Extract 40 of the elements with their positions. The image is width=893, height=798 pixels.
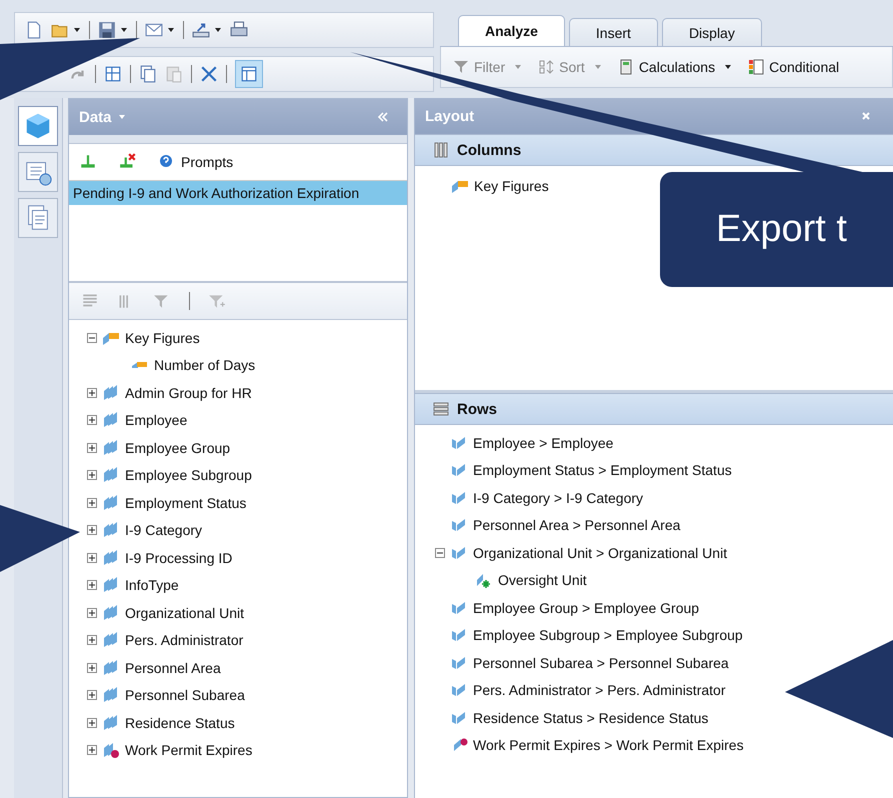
tree-item[interactable]: InfoType <box>125 577 179 594</box>
tree-item[interactable]: Residence Status <box>125 714 235 731</box>
tab[interactable]: Display <box>662 18 762 46</box>
tree-item[interactable]: I-9 Processing ID <box>125 550 232 566</box>
layout-item[interactable]: Organizational Unit > Organizational Unit <box>473 544 728 561</box>
tree-item[interactable]: Employee <box>125 412 188 428</box>
tree-item[interactable]: Personnel Area <box>125 660 221 676</box>
tree-item[interactable]: Personnel Subarea <box>125 687 245 704</box>
prompts-button[interactable]: Prompts <box>159 154 234 170</box>
tree-item[interactable]: Number of Days <box>154 357 256 374</box>
layout-item[interactable]: Personnel Area > Personnel Area <box>473 517 680 534</box>
tree-item[interactable]: I-9 Category <box>125 522 202 538</box>
tree-item[interactable]: Key Figures <box>125 330 200 346</box>
tree-item[interactable]: Employment Status <box>125 494 246 511</box>
layout-item[interactable]: Employee Group > Employee Group <box>473 600 700 616</box>
layout-item[interactable]: Employee Subgroup > Employee Subgroup <box>473 627 743 644</box>
query-item[interactable]: Pending I-9 and Work Authorization Expiration <box>69 181 407 205</box>
layout-item[interactable]: Oversight Unit <box>498 572 587 588</box>
callout-text: Export t <box>716 208 847 251</box>
ribbon-button[interactable]: Conditional <box>748 59 840 75</box>
tree-item[interactable]: Pers. Administrator <box>125 632 244 648</box>
tree-item[interactable]: Employee Group <box>125 440 230 456</box>
tree-item[interactable]: Work Permit Expires <box>125 742 252 758</box>
layout-item[interactable]: Key Figures <box>474 178 549 194</box>
section-title: Rows <box>457 400 498 418</box>
layout-item[interactable]: Employment Status > Employment Status <box>473 462 732 478</box>
layout-item[interactable]: Work Permit Expires > Work Permit Expires <box>473 737 744 754</box>
tree-item[interactable]: Admin Group for HR <box>125 384 252 401</box>
layout-item[interactable]: Pers. Administrator > Pers. Administrator <box>473 682 726 698</box>
tree-item[interactable]: Employee Subgroup <box>125 467 252 484</box>
layout-item[interactable]: Employee > Employee <box>473 434 614 451</box>
layout-item[interactable]: Personnel Subarea > Personnel Subarea <box>473 654 729 671</box>
tree-item[interactable]: Organizational Unit <box>125 604 244 621</box>
section-title: Columns <box>457 142 522 158</box>
tab[interactable]: Insert <box>568 18 658 46</box>
ribbon-button[interactable]: Calculations <box>618 59 732 75</box>
layout-item[interactable]: Residence Status > Residence Status <box>473 710 708 726</box>
layout-item[interactable]: I-9 Category > I-9 Category <box>473 490 644 506</box>
tab[interactable]: Analyze <box>458 15 565 46</box>
panel-title: Layout <box>425 108 474 124</box>
